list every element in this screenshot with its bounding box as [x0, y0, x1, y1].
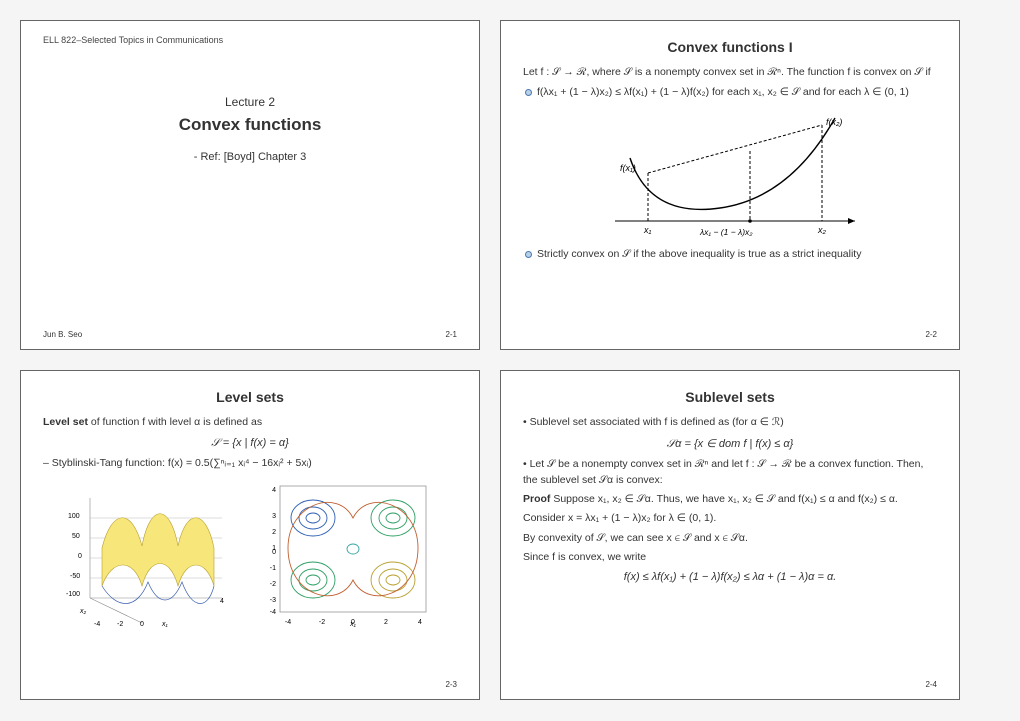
label-midpoint: λx₁ − (1 − λ)x₂ — [699, 227, 753, 237]
svg-text:-2: -2 — [117, 621, 123, 628]
slide-title: Level sets — [43, 389, 457, 405]
svg-text:-100: -100 — [66, 591, 80, 598]
page-number: 2-3 — [445, 680, 457, 689]
slide-2: Convex functions I Let f : 𝒮 → ℛ, where … — [500, 20, 960, 350]
svg-text:-2: -2 — [319, 619, 325, 626]
sublevel-def: • Sublevel set associated with f is defi… — [523, 415, 937, 431]
level-set-def-rest: of function f with level α is defined as — [91, 416, 262, 428]
page-number: 2-1 — [445, 330, 457, 339]
svg-text:-2: -2 — [270, 581, 276, 588]
convex-function-figure: f(x₁) f(x₂) x₁ x₂ λx₁ − (1 − λ)x₂ — [590, 103, 870, 243]
svg-text:x₁: x₁ — [349, 621, 357, 628]
lecture-number: Lecture 2 — [43, 95, 457, 109]
slide-title: Sublevel sets — [523, 389, 937, 405]
course-code: ELL 822–Selected Topics in Communication… — [43, 35, 457, 45]
slide-4: Sublevel sets • Sublevel set associated … — [500, 370, 960, 700]
level-set-equation: 𝒮 = {x | f(x) = α} — [43, 437, 457, 450]
level-set-def-text: Level set of function f with level α is … — [43, 415, 457, 431]
label-fx2: f(x₂) — [826, 117, 842, 127]
sublevel-equation: 𝒮α = {x ∈ dom f | f(x) ≤ α} — [523, 437, 937, 451]
level-set-label: Level set — [43, 416, 88, 428]
label-fx1: f(x₁) — [620, 163, 636, 173]
svg-text:0: 0 — [272, 549, 276, 556]
slide-3: Level sets Level set of function f with … — [20, 370, 480, 700]
reference: - Ref: [Boyd] Chapter 3 — [43, 151, 457, 163]
slide-1: ELL 822–Selected Topics in Communication… — [20, 20, 480, 350]
svg-text:-1: -1 — [270, 565, 276, 572]
svg-text:-4: -4 — [94, 621, 100, 628]
svg-text:2: 2 — [384, 619, 388, 626]
author: Jun B. Seo — [43, 330, 82, 339]
level-set-figures: 100 50 0 -50 -100 -4 -2 0 4 x₂ x₁ 4 3 2 … — [43, 478, 457, 628]
svg-text:4: 4 — [220, 598, 224, 605]
proof-line-4: Since f is convex, we write — [523, 550, 937, 565]
lecture-topic: Convex functions — [43, 115, 457, 135]
proof-line-3: By convexity of 𝒮, we can see x ∈ 𝒮 and … — [523, 531, 937, 546]
contour-plot: 4 3 2 1 0 -1 -2 -3 -4 -4 -2 0 2 4 x₁ — [258, 478, 438, 628]
sublevel-convex-claim: • Let 𝒮 be a nonempty convex set in ℛⁿ a… — [523, 457, 937, 489]
proof-line-1: Proof Suppose x₁, x₂ ∈ 𝒮α. Thus, we have… — [523, 492, 937, 507]
svg-text:50: 50 — [72, 533, 80, 540]
slide-title: Convex functions I — [523, 39, 937, 55]
svg-text:4: 4 — [272, 487, 276, 494]
lecture-block: Lecture 2 Convex functions - Ref: [Boyd]… — [43, 95, 457, 163]
styblinski-text: – Styblinski-Tang function: f(x) = 0.5(∑… — [43, 456, 457, 472]
svg-text:100: 100 — [68, 513, 80, 520]
svg-text:0: 0 — [140, 621, 144, 628]
bullet-strict-convex: Strictly convex on 𝒮 if the above inequa… — [523, 247, 937, 262]
svg-text:0: 0 — [78, 553, 82, 560]
svg-text:-4: -4 — [270, 609, 276, 616]
svg-text:4: 4 — [418, 619, 422, 626]
proof-line-2: Consider x = λx₁ + (1 − λ)x₂ for λ ∈ (0,… — [523, 511, 937, 526]
page-number: 2-2 — [925, 330, 937, 339]
svg-text:-4: -4 — [285, 619, 291, 626]
svg-text:x₁: x₁ — [161, 621, 169, 628]
intro-text: Let f : 𝒮 → ℛ, where 𝒮 is a nonempty con… — [523, 65, 937, 81]
label-x2: x₂ — [817, 225, 827, 235]
label-x1: x₁ — [643, 225, 652, 235]
page-number: 2-4 — [925, 680, 937, 689]
svg-text:x₂: x₂ — [79, 608, 87, 615]
svg-text:3: 3 — [272, 513, 276, 520]
svg-text:-50: -50 — [70, 573, 80, 580]
svg-text:2: 2 — [272, 529, 276, 536]
svg-text:-3: -3 — [270, 597, 276, 604]
proof-text-1: Suppose x₁, x₂ ∈ 𝒮α. Thus, we have x₁, x… — [550, 493, 897, 505]
surface-plot: 100 50 0 -50 -100 -4 -2 0 4 x₂ x₁ — [62, 478, 252, 628]
proof-label: Proof — [523, 493, 550, 505]
bullet-convex-def: f(λx₁ + (1 − λ)x₂) ≤ λf(x₁) + (1 − λ)f(x… — [523, 85, 937, 100]
proof-equation: f(x) ≤ λf(x₁) + (1 − λ)f(x₂) ≤ λα + (1 −… — [523, 571, 937, 583]
